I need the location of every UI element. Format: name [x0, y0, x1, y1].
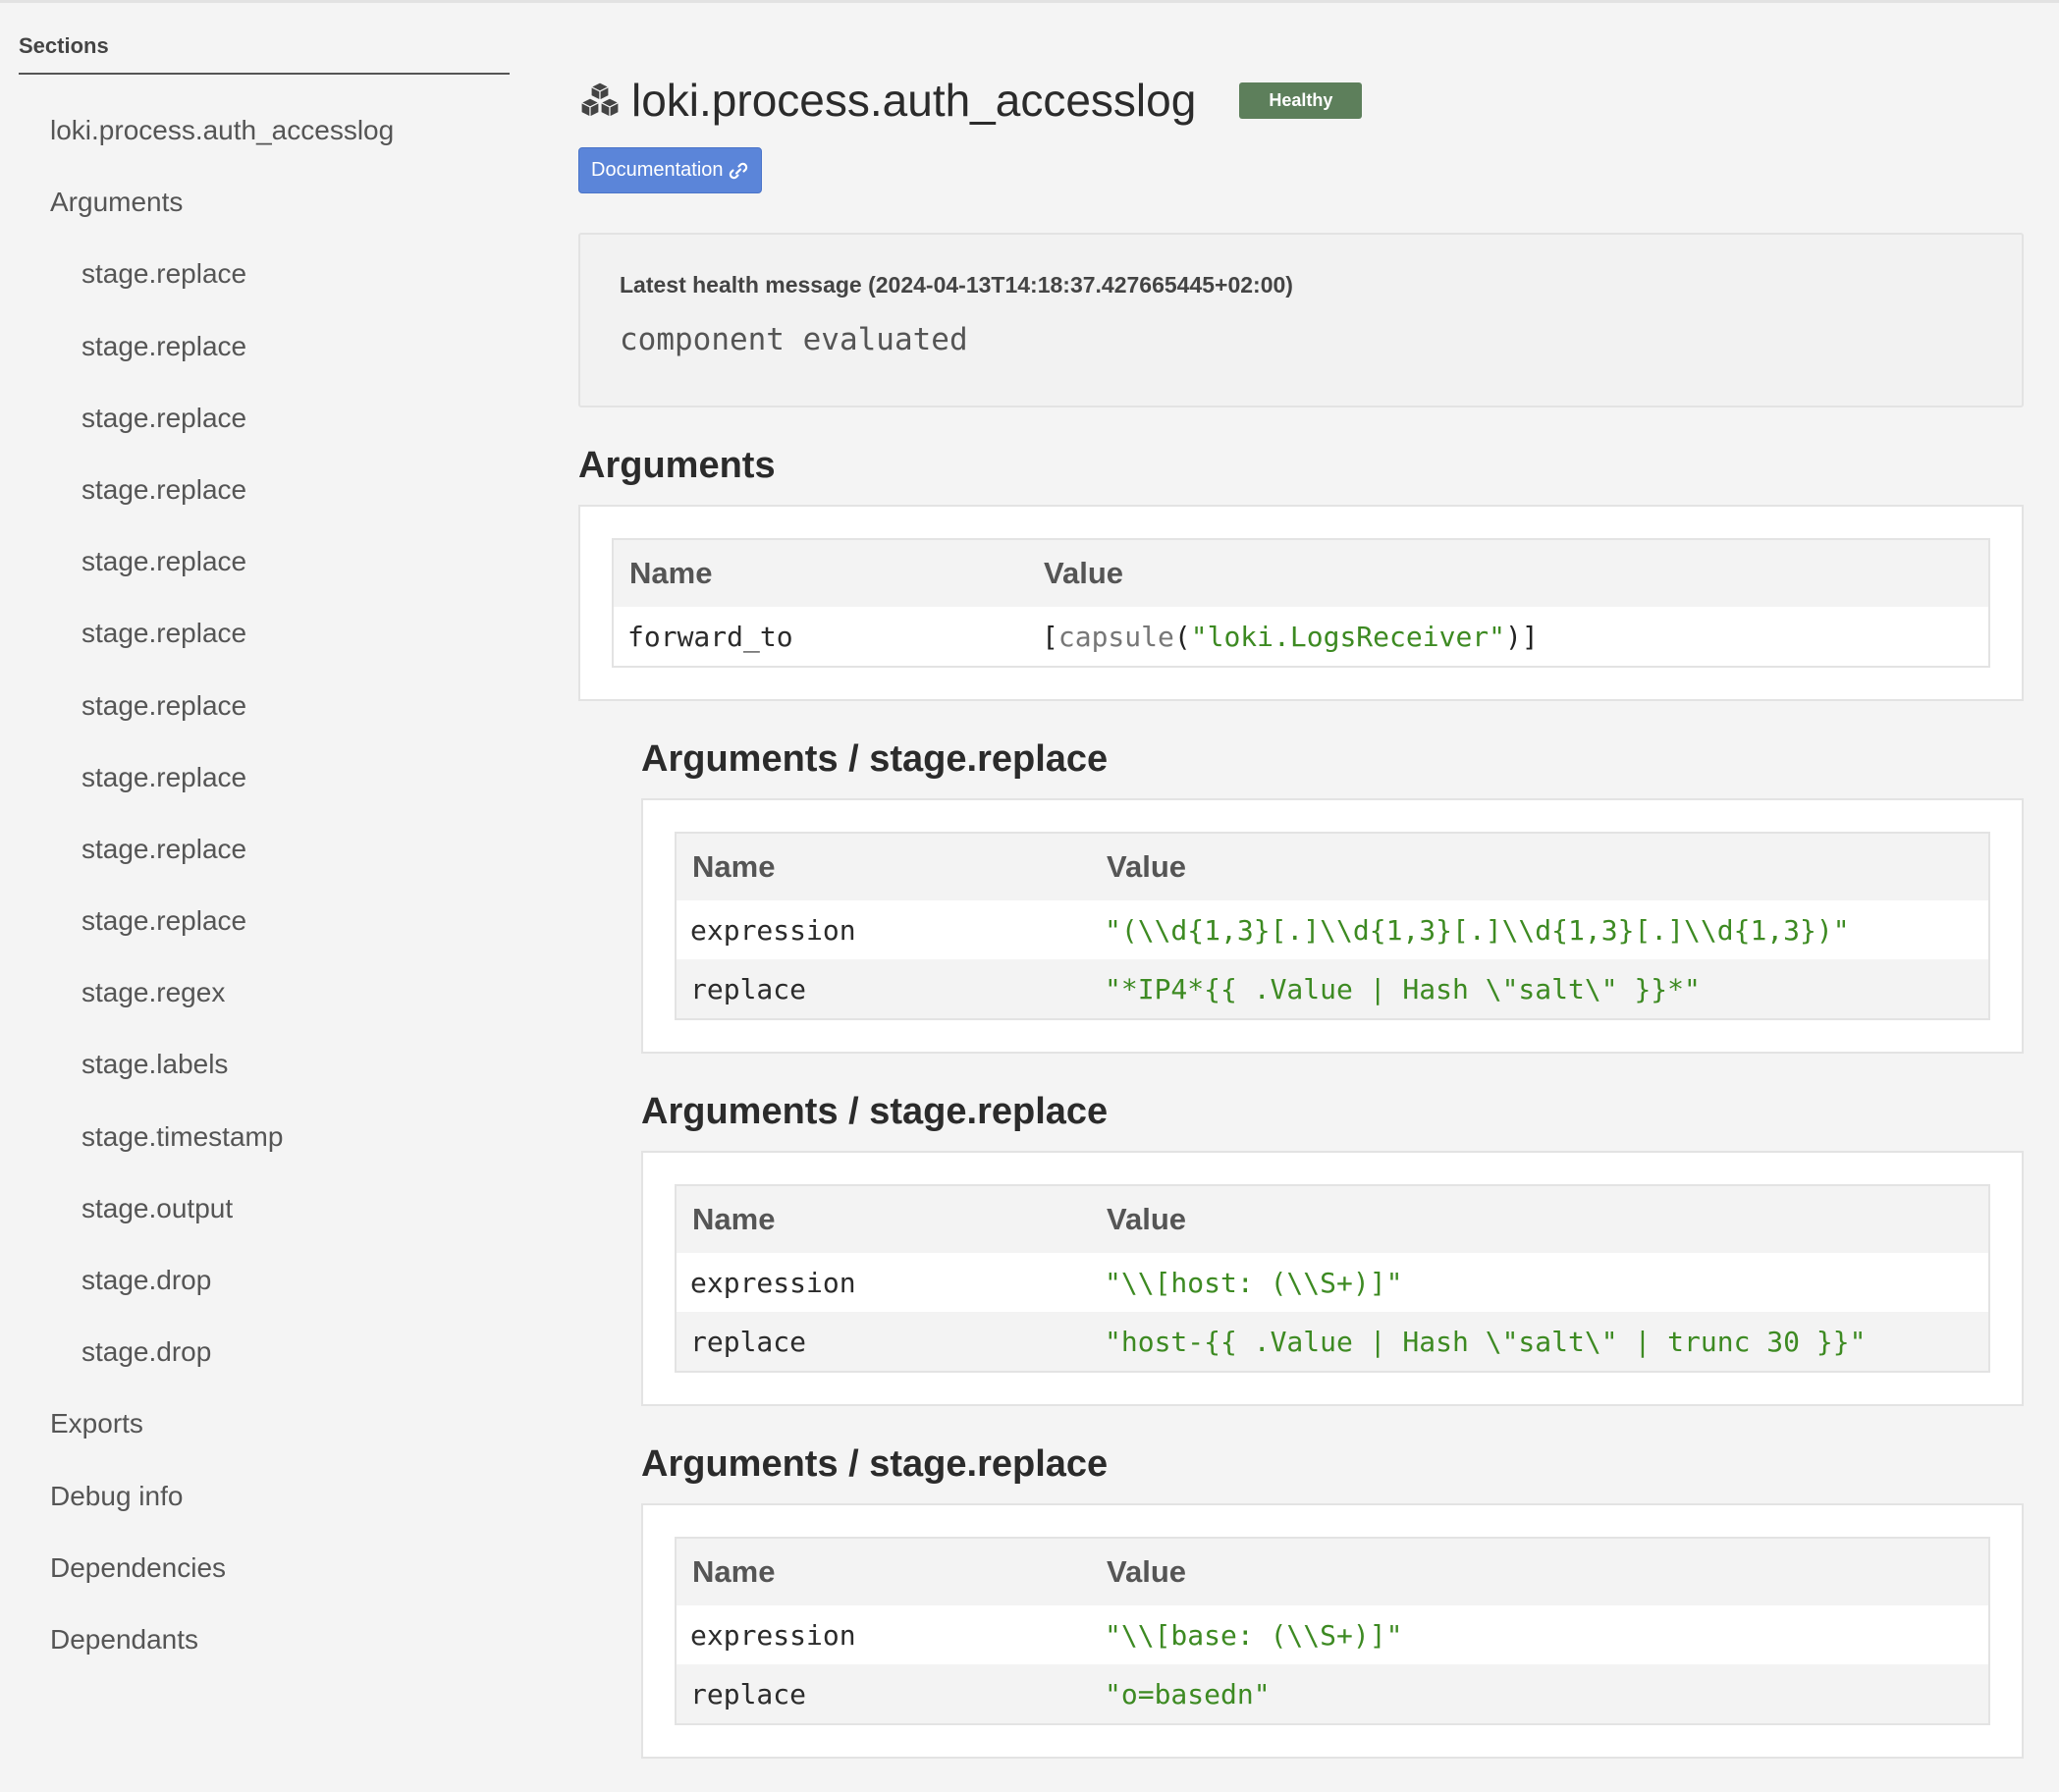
sidebar-item-stage-drop[interactable]: stage.drop: [19, 1316, 510, 1387]
table-row: replace "o=basedn": [676, 1664, 1989, 1724]
subsection-table: Name Value expression "(\\d{1,3}[.]\\d{1…: [675, 832, 1990, 1020]
subsection-panel: Name Value expression "(\\d{1,3}[.]\\d{1…: [641, 798, 2024, 1054]
arguments-table: Name Value forward_to [capsule("loki.Log…: [612, 538, 1990, 668]
sidebar-item-stage-replace[interactable]: stage.replace: [19, 454, 510, 525]
table-row: expression "(\\d{1,3}[.]\\d{1,3}[.]\\d{1…: [676, 900, 1989, 959]
column-header-name: Name: [613, 539, 1028, 607]
column-header-name: Name: [676, 833, 1091, 900]
subsection-panel: Name Value expression "\\[host: (\\S+)]"…: [641, 1151, 2024, 1406]
sidebar-item-stage-replace[interactable]: stage.replace: [19, 741, 510, 813]
sidebar-item-stage-timestamp[interactable]: stage.timestamp: [19, 1101, 510, 1172]
column-header-name: Name: [676, 1185, 1091, 1253]
table-row: forward_to [capsule("loki.LogsReceiver")…: [613, 607, 1989, 667]
column-header-value: Value: [1028, 539, 1989, 607]
documentation-button-label: Documentation: [591, 159, 724, 181]
sidebar-item-stage-replace[interactable]: stage.replace: [19, 885, 510, 956]
value-function: capsule: [1057, 620, 1174, 653]
argument-value: [capsule("loki.LogsReceiver")]: [1028, 607, 1989, 667]
top-divider: [0, 0, 2059, 3]
subsection-heading: Arguments / stage.replace: [641, 1443, 1109, 1485]
subsection-table: Name Value expression "\\[base: (\\S+)]"…: [675, 1537, 1990, 1725]
health-message-text: component evaluated: [620, 322, 968, 357]
arguments-heading: Arguments: [578, 445, 776, 486]
argument-value: "\\[host: (\\S+)]": [1105, 1266, 1403, 1299]
sidebar-item-exports[interactable]: Exports: [19, 1387, 510, 1459]
stage-replace-section: Arguments / stage.replace Name Value exp…: [641, 1443, 2024, 1759]
stage-replace-section: Arguments / stage.replace Name Value exp…: [641, 738, 2024, 1054]
sidebar-item-stage-replace[interactable]: stage.replace: [19, 382, 510, 454]
main-content: loki.process.auth_accesslog Healthy Docu…: [578, 69, 2024, 1759]
sidebar: Sections loki.process.auth_accesslog Arg…: [19, 29, 510, 1675]
argument-value: "*IP4*{{ .Value | Hash \"salt\" }}*": [1091, 959, 1989, 1019]
sidebar-item-stage-replace[interactable]: stage.replace: [19, 525, 510, 597]
value-paren-open: (: [1173, 620, 1191, 653]
sidebar-heading: Sections: [19, 29, 510, 75]
health-message-label: Latest health message (2024-04-13T14:18:…: [620, 272, 1293, 298]
table-row: expression "\\[host: (\\S+)]": [676, 1253, 1989, 1312]
value-bracket-close: )]: [1505, 620, 1539, 653]
sidebar-item-arguments[interactable]: Arguments: [19, 166, 510, 238]
column-header-value: Value: [1091, 1185, 1989, 1253]
link-icon: [729, 162, 747, 179]
sidebar-list: loki.process.auth_accesslog Arguments st…: [19, 94, 510, 1675]
health-message-panel: Latest health message (2024-04-13T14:18:…: [578, 233, 2024, 407]
argument-name: expression: [690, 913, 856, 947]
stage-replace-section: Arguments / stage.replace Name Value exp…: [641, 1091, 2024, 1406]
value-bracket-open: [: [1042, 620, 1058, 653]
title-row: loki.process.auth_accesslog Healthy: [578, 69, 2024, 132]
subsection-table: Name Value expression "\\[host: (\\S+)]"…: [675, 1184, 1990, 1373]
sidebar-item-stage-drop[interactable]: stage.drop: [19, 1244, 510, 1316]
table-header-row: Name Value: [676, 1185, 1989, 1253]
argument-value: "host-{{ .Value | Hash \"salt\" | trunc …: [1091, 1312, 1989, 1372]
sidebar-item-debug-info[interactable]: Debug info: [19, 1460, 510, 1532]
cubes-icon: [579, 81, 621, 118]
sidebar-item-stage-replace[interactable]: stage.replace: [19, 238, 510, 309]
page-title: loki.process.auth_accesslog: [631, 75, 1197, 126]
column-header-name: Name: [676, 1538, 1091, 1605]
argument-name: replace: [676, 1664, 1091, 1724]
value-string: "loki.LogsReceiver": [1190, 620, 1506, 653]
sidebar-item-stage-output[interactable]: stage.output: [19, 1172, 510, 1244]
sidebar-item-stage-regex[interactable]: stage.regex: [19, 956, 510, 1028]
arguments-panel: Name Value forward_to [capsule("loki.Log…: [578, 505, 2024, 701]
argument-value: "o=basedn": [1091, 1664, 1989, 1724]
status-badge: Healthy: [1239, 81, 1363, 119]
sidebar-item-component[interactable]: loki.process.auth_accesslog: [19, 94, 510, 166]
table-row: expression "\\[base: (\\S+)]": [676, 1605, 1989, 1664]
sidebar-item-stage-labels[interactable]: stage.labels: [19, 1028, 510, 1100]
sidebar-item-dependants[interactable]: Dependants: [19, 1603, 510, 1675]
argument-value: "\\[base: (\\S+)]": [1105, 1618, 1403, 1652]
argument-name: replace: [676, 1312, 1091, 1372]
subsection-panel: Name Value expression "\\[base: (\\S+)]"…: [641, 1503, 2024, 1759]
sidebar-item-stage-replace[interactable]: stage.replace: [19, 813, 510, 885]
argument-name: replace: [676, 959, 1091, 1019]
table-header-row: Name Value: [613, 539, 1989, 607]
argument-value: "(\\d{1,3}[.]\\d{1,3}[.]\\d{1,3}[.]\\d{1…: [1105, 913, 1850, 947]
sidebar-item-stage-replace[interactable]: stage.replace: [19, 670, 510, 741]
column-header-value: Value: [1091, 833, 1989, 900]
documentation-button[interactable]: Documentation: [578, 147, 762, 193]
subsection-heading: Arguments / stage.replace: [641, 1091, 1109, 1132]
sidebar-item-stage-replace[interactable]: stage.replace: [19, 310, 510, 382]
column-header-value: Value: [1091, 1538, 1989, 1605]
table-row: replace "host-{{ .Value | Hash \"salt\" …: [676, 1312, 1989, 1372]
table-header-row: Name Value: [676, 833, 1989, 900]
argument-name: forward_to: [627, 620, 793, 653]
sidebar-item-stage-replace[interactable]: stage.replace: [19, 597, 510, 669]
table-row: replace "*IP4*{{ .Value | Hash \"salt\" …: [676, 959, 1989, 1019]
argument-name: expression: [690, 1266, 856, 1299]
subsection-heading: Arguments / stage.replace: [641, 738, 1109, 780]
table-header-row: Name Value: [676, 1538, 1989, 1605]
argument-name: expression: [690, 1618, 856, 1652]
sidebar-item-dependencies[interactable]: Dependencies: [19, 1532, 510, 1603]
